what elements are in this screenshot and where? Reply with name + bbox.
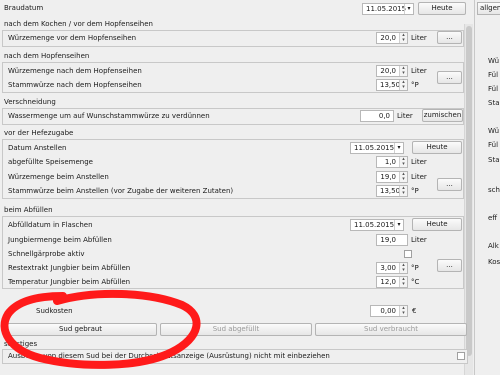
red-circle-annotation (0, 289, 201, 369)
